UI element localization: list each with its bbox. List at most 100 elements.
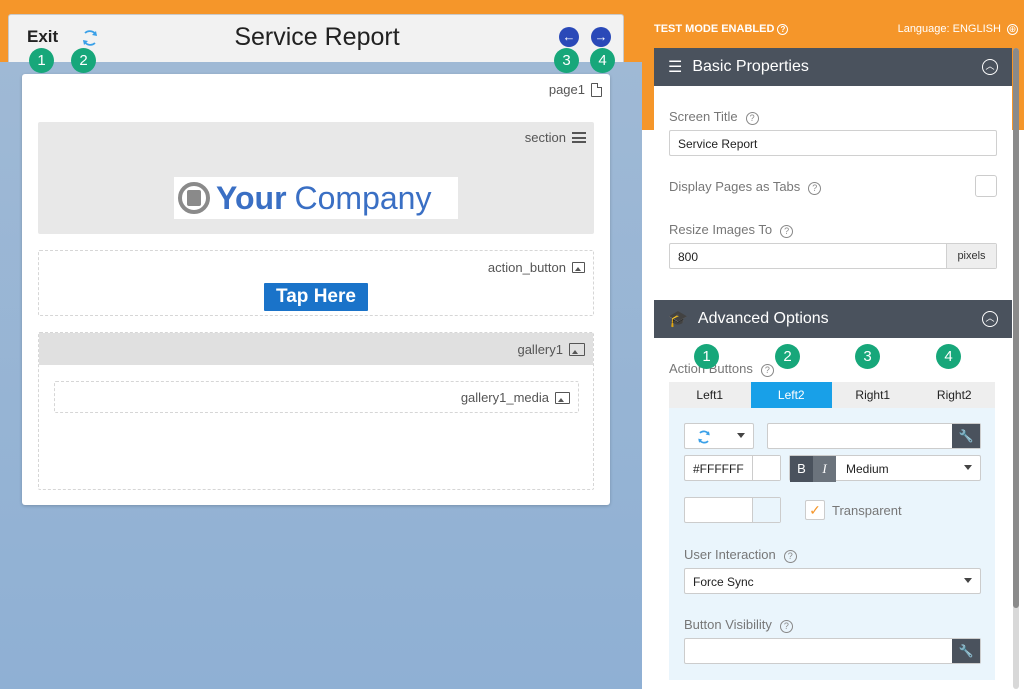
menu-icon — [572, 132, 586, 143]
section-label: section — [525, 130, 586, 145]
transparent-label: Transparent — [832, 503, 902, 518]
advanced-options-header[interactable]: 🎓 Advanced Options ︿ — [654, 300, 1012, 338]
arrow-right-icon[interactable]: → — [591, 27, 611, 47]
page-label: page1 — [549, 82, 602, 97]
graduation-cap-icon: 🎓 — [668, 311, 688, 328]
arrow-left-icon[interactable]: ← — [559, 27, 579, 47]
wrench-icon[interactable]: 🔧 — [952, 424, 980, 448]
help-icon[interactable]: ? — [808, 182, 822, 195]
test-mode-indicator: TEST MODE ENABLED? — [654, 23, 789, 35]
icon-select[interactable] — [684, 423, 754, 449]
test-mode-text: TEST MODE ENABLED — [654, 23, 775, 35]
screen-title-label: Screen Title? — [669, 109, 759, 125]
tab-right2[interactable]: Right2 — [914, 382, 996, 408]
color-value: #FFFFFF — [693, 462, 744, 476]
gallery-media-label: gallery1_media — [461, 390, 570, 405]
language-text[interactable]: Language: ENGLISH — [898, 23, 1001, 35]
help-icon[interactable]: ? — [760, 364, 774, 377]
properties-panel: ☰ Basic Properties ︿ Screen Title? Servi… — [654, 48, 1012, 689]
wrench-icon[interactable]: 🔧 — [952, 639, 980, 663]
button-label-input[interactable]: 🔧 — [767, 423, 981, 449]
button-visibility-label: Button Visibility? — [684, 617, 793, 633]
user-interaction-label-text: User Interaction — [684, 547, 776, 562]
image-icon — [555, 391, 570, 404]
display-tabs-checkbox[interactable] — [975, 175, 997, 197]
resize-label: Resize Images To? — [669, 222, 794, 238]
page-card[interactable]: page1 section Your Company action_button… — [22, 74, 610, 505]
badge-2: 2 — [71, 48, 96, 73]
collapse-icon[interactable]: ︿ — [982, 311, 998, 327]
section-name: section — [524, 130, 566, 145]
tab-left2[interactable]: Left2 — [750, 382, 832, 408]
user-interaction-select[interactable]: Force Sync — [684, 568, 981, 594]
color-swatch[interactable] — [752, 456, 780, 480]
preview-header: Exit Service Report ← → — [8, 14, 624, 62]
resize-label-text: Resize Images To — [669, 222, 773, 237]
badge-3: 3 — [554, 48, 579, 73]
action-button-box[interactable]: action_button Tap Here — [38, 250, 594, 316]
action-button-label: action_button — [488, 260, 585, 275]
badge-1: 1 — [29, 48, 54, 73]
italic-button[interactable]: I — [813, 456, 836, 482]
chevron-down-icon — [737, 433, 745, 438]
section-box[interactable]: section Your Company — [38, 122, 594, 234]
action-buttons-label: Action Buttons? — [669, 361, 774, 377]
color-swatch[interactable] — [752, 498, 780, 522]
basic-properties-title: Basic Properties — [692, 58, 809, 75]
basic-properties-header[interactable]: ☰ Basic Properties ︿ — [654, 48, 1012, 86]
help-icon[interactable]: ? — [779, 620, 793, 633]
logo-company-text: Company — [294, 179, 432, 216]
language-selector[interactable]: Language: ENGLISH ⊕ — [898, 23, 1018, 35]
screen-title-input[interactable]: Service Report — [669, 130, 997, 156]
screen-title-label-text: Screen Title — [669, 109, 738, 124]
resize-value: 800 — [678, 250, 699, 264]
gallery-label: gallery1 — [517, 342, 585, 357]
gallery-icon — [569, 343, 585, 356]
help-icon[interactable]: ? — [777, 24, 789, 35]
font-size-select[interactable]: Medium — [846, 462, 889, 476]
logo-your-text: Your — [216, 179, 287, 216]
page-name: page1 — [548, 82, 585, 97]
user-interaction-value: Force Sync — [693, 575, 754, 589]
screen-title: Service Report — [234, 23, 400, 51]
badge-3: 3 — [855, 344, 880, 369]
bold-button[interactable]: B — [790, 456, 813, 482]
color-input[interactable]: #FFFFFF — [684, 455, 781, 481]
gallery-box[interactable]: gallery1 gallery1_media — [38, 332, 594, 490]
user-interaction-label: User Interaction? — [684, 547, 797, 563]
list-icon: ☰ — [668, 59, 683, 76]
gallery-media-name: gallery1_media — [460, 390, 549, 405]
badge-1: 1 — [694, 344, 719, 369]
advanced-options-title: Advanced Options — [697, 310, 829, 327]
display-tabs-label-text: Display Pages as Tabs — [669, 179, 801, 194]
help-icon[interactable]: ? — [745, 112, 759, 125]
button-visibility-label-text: Button Visibility — [684, 617, 772, 632]
action-button-name: action_button — [487, 260, 566, 275]
tap-here-button[interactable]: Tap Here — [264, 283, 368, 311]
transparent-checkbox[interactable]: ✓ — [805, 500, 825, 520]
resize-input[interactable]: 800 pixels — [669, 243, 997, 269]
chevron-down-icon — [964, 465, 972, 470]
image-icon — [572, 262, 585, 273]
badge-2: 2 — [775, 344, 800, 369]
tab-content: 🔧 #FFFFFF B I Medium ✓ Transparent User … — [669, 408, 995, 680]
background-color-input[interactable] — [684, 497, 781, 523]
display-tabs-label: Display Pages as Tabs? — [669, 179, 822, 195]
badge-4: 4 — [590, 48, 615, 73]
button-visibility-input[interactable]: 🔧 — [684, 638, 981, 664]
badge-4: 4 — [936, 344, 961, 369]
company-logo: Your Company — [174, 177, 458, 219]
tab-left1[interactable]: Left1 — [669, 382, 751, 408]
help-icon[interactable]: ? — [780, 225, 794, 238]
gallery-header: gallery1 — [39, 333, 593, 365]
collapse-icon[interactable]: ︿ — [982, 59, 998, 75]
scrollbar-thumb[interactable] — [1013, 48, 1019, 608]
sync-icon — [698, 430, 710, 444]
gallery-name: gallery1 — [517, 342, 563, 357]
help-icon[interactable]: ? — [783, 550, 797, 563]
tab-right1[interactable]: Right1 — [832, 382, 914, 408]
globe-icon[interactable]: ⊕ — [1007, 24, 1018, 35]
font-style-group: B I Medium — [789, 455, 981, 482]
action-button-tabs: Left1 Left2 Right1 Right2 — [669, 382, 995, 408]
gallery-media-box[interactable]: gallery1_media — [54, 381, 579, 413]
